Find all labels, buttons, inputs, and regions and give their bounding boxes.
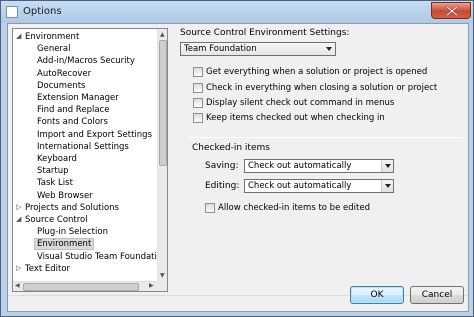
tree-item-label: Find and Replace bbox=[37, 105, 110, 116]
tree-item-label: Visual Studio Team Foundation bbox=[37, 251, 168, 262]
scroll-down-arrow-icon[interactable]: ▼ bbox=[160, 272, 165, 279]
display-silent-checkout-option[interactable]: Display silent check out command in menu… bbox=[193, 97, 433, 109]
get-everything-label: Get everything when a solution or projec… bbox=[206, 67, 428, 77]
saving-label: Saving: bbox=[205, 161, 239, 171]
environment-dropdown-value: Team Foundation bbox=[184, 44, 257, 54]
tree-item[interactable]: Keyboard bbox=[37, 153, 77, 165]
chevron-down-icon bbox=[326, 47, 332, 51]
saving-dropdown[interactable]: Check out automatically bbox=[244, 159, 394, 173]
environment-dropdown[interactable]: Team Foundation bbox=[180, 42, 336, 56]
vertical-scroll-thumb[interactable] bbox=[159, 40, 167, 166]
tree-item[interactable]: Web Browser bbox=[37, 190, 93, 202]
tree-item[interactable]: Environment bbox=[25, 31, 79, 43]
collapse-arrow-icon[interactable]: ◢ bbox=[16, 32, 21, 40]
tree-item[interactable]: Extension Manager bbox=[37, 92, 119, 104]
tree-item[interactable]: Visual Studio Team Foundation bbox=[37, 251, 167, 263]
display-silent-checkout-label: Display silent check out command in menu… bbox=[206, 98, 395, 108]
section-divider bbox=[188, 137, 463, 138]
allow-edit-label: Allow checked-in items to be edited bbox=[218, 203, 370, 213]
tree-item[interactable]: Fonts and Colors bbox=[37, 116, 108, 128]
saving-dropdown-value: Check out automatically bbox=[248, 161, 352, 171]
cancel-button[interactable]: Cancel bbox=[410, 286, 464, 304]
settings-heading: Source Control Environment Settings: bbox=[180, 28, 350, 38]
scroll-left-arrow-icon[interactable]: ◀ bbox=[15, 282, 20, 289]
allow-edit-checkbox[interactable] bbox=[205, 203, 215, 213]
expand-arrow-icon[interactable]: ▷ bbox=[16, 203, 21, 211]
tree-vertical-scrollbar[interactable]: ▲ ▼ bbox=[157, 29, 167, 281]
window-icon bbox=[6, 6, 18, 18]
saving-dropdown-button[interactable] bbox=[381, 160, 393, 172]
tree-item-label: Documents bbox=[37, 80, 86, 91]
keep-items-checked-out-label: Keep items checked out when checking in bbox=[206, 113, 385, 123]
editing-dropdown-value: Check out automatically bbox=[248, 181, 352, 191]
tree-item[interactable]: Import and Export Settings bbox=[37, 129, 152, 141]
tree-item-label: Task List bbox=[37, 178, 73, 189]
window-title: Options bbox=[23, 6, 62, 17]
tree-item[interactable]: Task List bbox=[37, 177, 73, 189]
tree-item[interactable]: International Settings bbox=[37, 141, 129, 153]
tree-item-label: Import and Export Settings bbox=[37, 129, 152, 140]
tree-item-label: International Settings bbox=[37, 141, 129, 152]
horizontal-scroll-thumb[interactable] bbox=[23, 283, 139, 291]
tree-item-label: Add-in/Macros Security bbox=[37, 56, 135, 67]
tree-item[interactable]: Projects and Solutions bbox=[25, 202, 119, 214]
tree-item[interactable]: Plug-in Selection bbox=[37, 226, 108, 238]
dialog-client-area: Environment ◢ General Add-in/Macros Securit… bbox=[7, 23, 469, 312]
keep-items-checked-out-checkbox[interactable] bbox=[193, 113, 203, 123]
tree-item-label: Source Control bbox=[25, 215, 88, 225]
options-window: Options Environment ◢ General Add-in/Macros… bbox=[0, 0, 474, 317]
editing-dropdown[interactable]: Check out automatically bbox=[244, 179, 394, 193]
tree-item[interactable]: Add-in/Macros Security bbox=[37, 55, 135, 67]
tree-item[interactable]: Startup bbox=[37, 165, 69, 177]
options-tree[interactable]: Environment ◢ General Add-in/Macros Securit… bbox=[12, 28, 168, 292]
tree-item[interactable]: Find and Replace bbox=[37, 104, 109, 116]
tree-horizontal-scrollbar[interactable]: ◀ ▶ bbox=[13, 281, 167, 291]
get-everything-option[interactable]: Get everything when a solution or projec… bbox=[193, 66, 433, 78]
allow-edit-option[interactable]: Allow checked-in items to be edited bbox=[205, 202, 405, 214]
tree-item[interactable]: Documents bbox=[37, 80, 85, 92]
check-in-everything-option[interactable]: Check in everything when closing a solut… bbox=[193, 82, 437, 94]
title-bar[interactable]: Options bbox=[1, 1, 473, 23]
ok-button[interactable]: OK bbox=[350, 286, 404, 304]
editing-label: Editing: bbox=[205, 181, 240, 191]
tree-item-selected[interactable]: Environment bbox=[34, 238, 95, 251]
tree-item[interactable]: AutoRecover bbox=[37, 68, 91, 80]
display-silent-checkout-checkbox[interactable] bbox=[193, 98, 203, 108]
close-x-icon bbox=[446, 6, 458, 16]
get-everything-checkbox[interactable] bbox=[193, 67, 203, 77]
tree-item[interactable]: General bbox=[37, 43, 71, 55]
tree-item-label: AutoRecover bbox=[37, 68, 92, 79]
tree-item-label: General bbox=[37, 44, 71, 55]
check-in-everything-checkbox[interactable] bbox=[193, 83, 203, 93]
scroll-corner bbox=[157, 281, 167, 291]
check-in-everything-label: Check in everything when closing a solut… bbox=[206, 83, 438, 93]
tree-item-label: Plug-in Selection bbox=[37, 227, 108, 238]
chevron-down-icon bbox=[385, 184, 391, 188]
tree-item-label: Environment bbox=[25, 32, 80, 42]
collapse-arrow-icon[interactable]: ◢ bbox=[16, 215, 21, 223]
tree-item-label: Projects and Solutions bbox=[25, 202, 119, 213]
tree-item-label: Extension Manager bbox=[37, 93, 119, 103]
close-button[interactable] bbox=[431, 2, 471, 19]
tree-item-label: Web Browser bbox=[37, 190, 93, 201]
scroll-right-arrow-icon[interactable]: ▶ bbox=[149, 282, 154, 289]
tree-item[interactable]: Source Control bbox=[25, 214, 88, 226]
tree-item-label: Environment bbox=[37, 239, 92, 250]
keep-items-checked-out-option[interactable]: Keep items checked out when checking in bbox=[193, 112, 433, 124]
tree-item[interactable]: Text Editor bbox=[25, 263, 70, 275]
editing-dropdown-button[interactable] bbox=[381, 180, 393, 192]
tree-item-label: Text Editor bbox=[25, 263, 71, 274]
tree-item-label: Keyboard bbox=[37, 154, 77, 164]
chevron-down-icon bbox=[385, 164, 391, 168]
checked-in-items-heading: Checked-in items bbox=[192, 143, 270, 153]
tree-item-label: Startup bbox=[37, 166, 69, 177]
expand-arrow-icon[interactable]: ▷ bbox=[16, 264, 21, 272]
tree-item-label: Fonts and Colors bbox=[37, 117, 108, 128]
scroll-up-arrow-icon[interactable]: ▲ bbox=[160, 31, 165, 38]
